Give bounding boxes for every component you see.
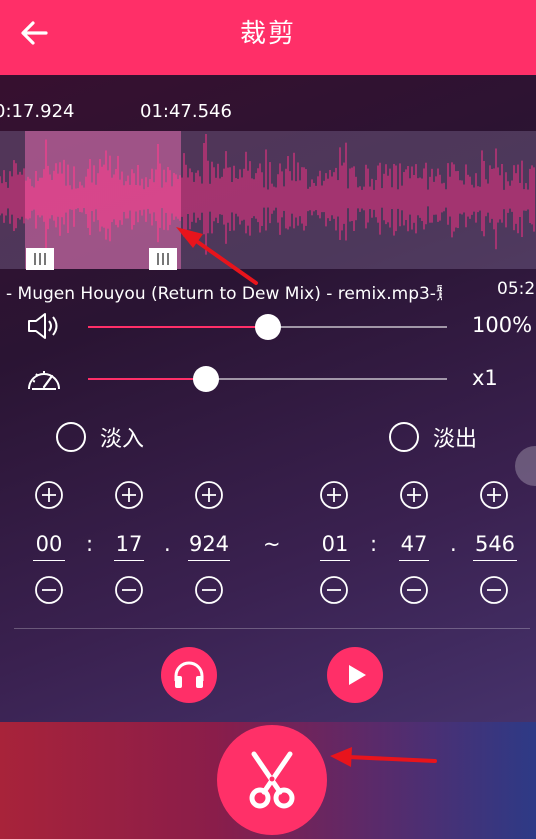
track-filename: - Mugen Houyou (Return to Dew Mix) - rem… xyxy=(6,284,442,304)
end-seconds-minus-button[interactable] xyxy=(399,575,429,605)
fade-in-radio[interactable] xyxy=(56,422,86,452)
speedometer-icon xyxy=(26,363,62,395)
volume-value: 100% xyxy=(472,313,533,337)
start-millis-plus-button[interactable] xyxy=(194,480,224,510)
play-icon xyxy=(349,665,366,685)
start-minutes-field[interactable]: 00 xyxy=(33,530,65,561)
start-dot: . xyxy=(164,532,171,556)
speed-value: x1 xyxy=(472,366,498,390)
end-millis-plus-button[interactable] xyxy=(479,480,509,510)
end-millis-minus-button[interactable] xyxy=(479,575,509,605)
range-separator: ~ xyxy=(263,532,281,556)
speed-slider-fill xyxy=(88,378,206,380)
page-title: 裁剪 xyxy=(239,19,296,49)
start-colon: : xyxy=(86,532,94,556)
preview-headphones-button[interactable] xyxy=(161,647,217,703)
cut-button[interactable] xyxy=(217,725,327,835)
end-seconds-field[interactable]: 47 xyxy=(399,530,429,561)
top-app-bar: 裁剪 xyxy=(0,0,536,75)
headphones-icon xyxy=(174,661,204,688)
waveform[interactable] xyxy=(0,131,536,269)
selection-end-time: 01:47.546 xyxy=(140,101,232,122)
fade-out-radio[interactable] xyxy=(389,422,419,452)
track-info: - Mugen Houyou (Return to Dew Mix) - rem… xyxy=(0,279,536,305)
fade-in-label: 淡入 xyxy=(100,427,145,452)
start-minutes-minus-button[interactable] xyxy=(34,575,64,605)
start-millis-field[interactable]: 924 xyxy=(188,530,230,561)
end-seconds-plus-button[interactable] xyxy=(399,480,429,510)
scissors-icon xyxy=(249,751,295,809)
end-millis-field[interactable]: 546 xyxy=(473,530,517,561)
end-minutes-field[interactable]: 01 xyxy=(320,530,350,561)
fade-in-option[interactable]: 淡入 xyxy=(56,421,144,453)
divider xyxy=(14,628,530,629)
selection-start-time: 0:17.924 xyxy=(0,101,75,122)
start-minutes-plus-button[interactable] xyxy=(34,480,64,510)
waveform-graph xyxy=(0,134,535,259)
speed-slider[interactable] xyxy=(88,366,447,392)
start-millis-minus-button[interactable] xyxy=(194,575,224,605)
speed-slider-knob[interactable] xyxy=(193,366,219,392)
volume-slider-fill xyxy=(88,326,268,328)
fade-out-label: 淡出 xyxy=(433,427,478,452)
track-duration: 05:22 xyxy=(497,279,536,299)
start-seconds-plus-button[interactable] xyxy=(114,480,144,510)
floating-edge-button[interactable] xyxy=(515,446,536,486)
end-minutes-minus-button[interactable] xyxy=(319,575,349,605)
end-minutes-plus-button[interactable] xyxy=(319,480,349,510)
volume-slider[interactable] xyxy=(88,314,447,340)
start-seconds-minus-button[interactable] xyxy=(114,575,144,605)
end-trim-handle[interactable] xyxy=(149,248,177,270)
speaker-icon xyxy=(26,310,62,342)
fade-out-option[interactable]: 淡出 xyxy=(389,421,477,453)
volume-slider-knob[interactable] xyxy=(255,314,281,340)
end-dot: . xyxy=(450,532,457,556)
play-button[interactable] xyxy=(327,647,383,703)
start-seconds-field[interactable]: 17 xyxy=(114,530,144,561)
start-trim-handle[interactable] xyxy=(26,248,54,270)
annotation-arrows xyxy=(176,227,437,767)
end-colon: : xyxy=(370,532,378,556)
